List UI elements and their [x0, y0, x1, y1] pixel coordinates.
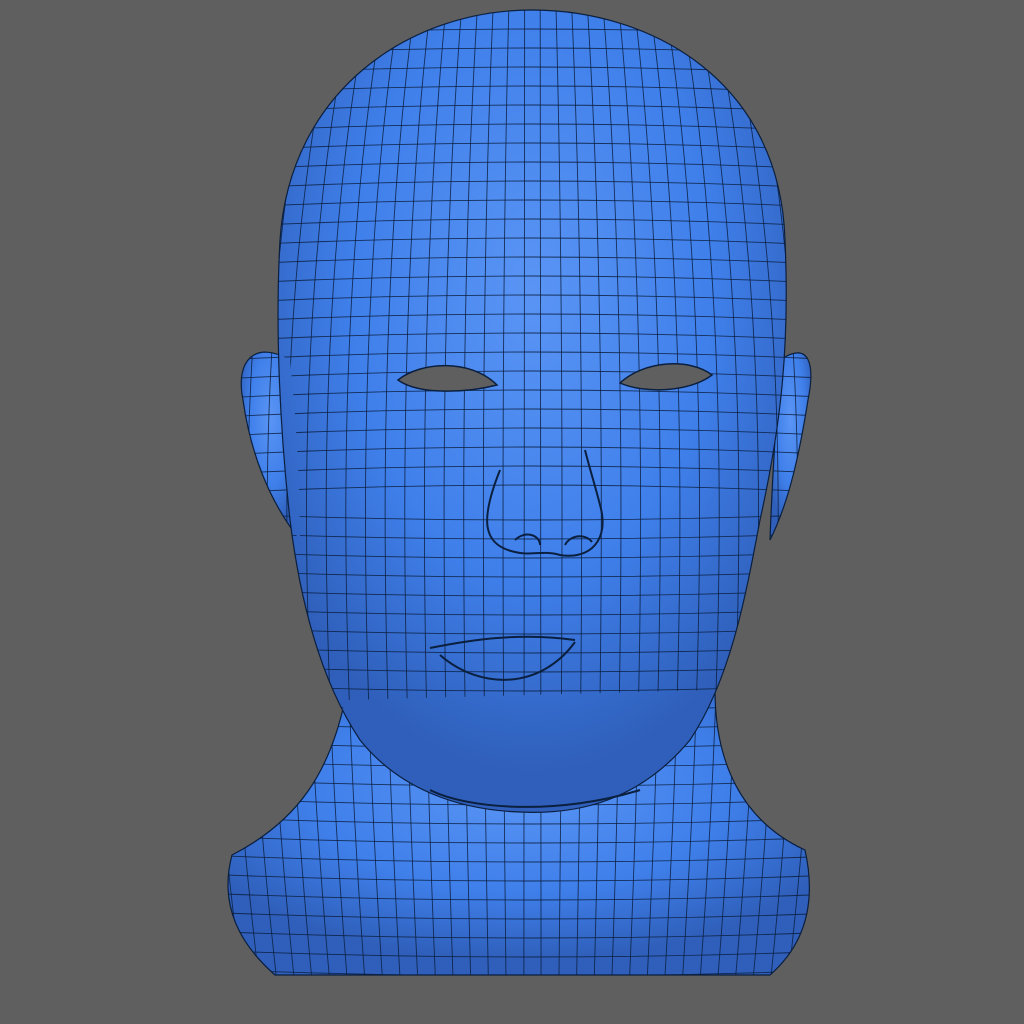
3d-viewport[interactable]: [0, 0, 1024, 1024]
head-mesh-render: [227, 9, 812, 976]
